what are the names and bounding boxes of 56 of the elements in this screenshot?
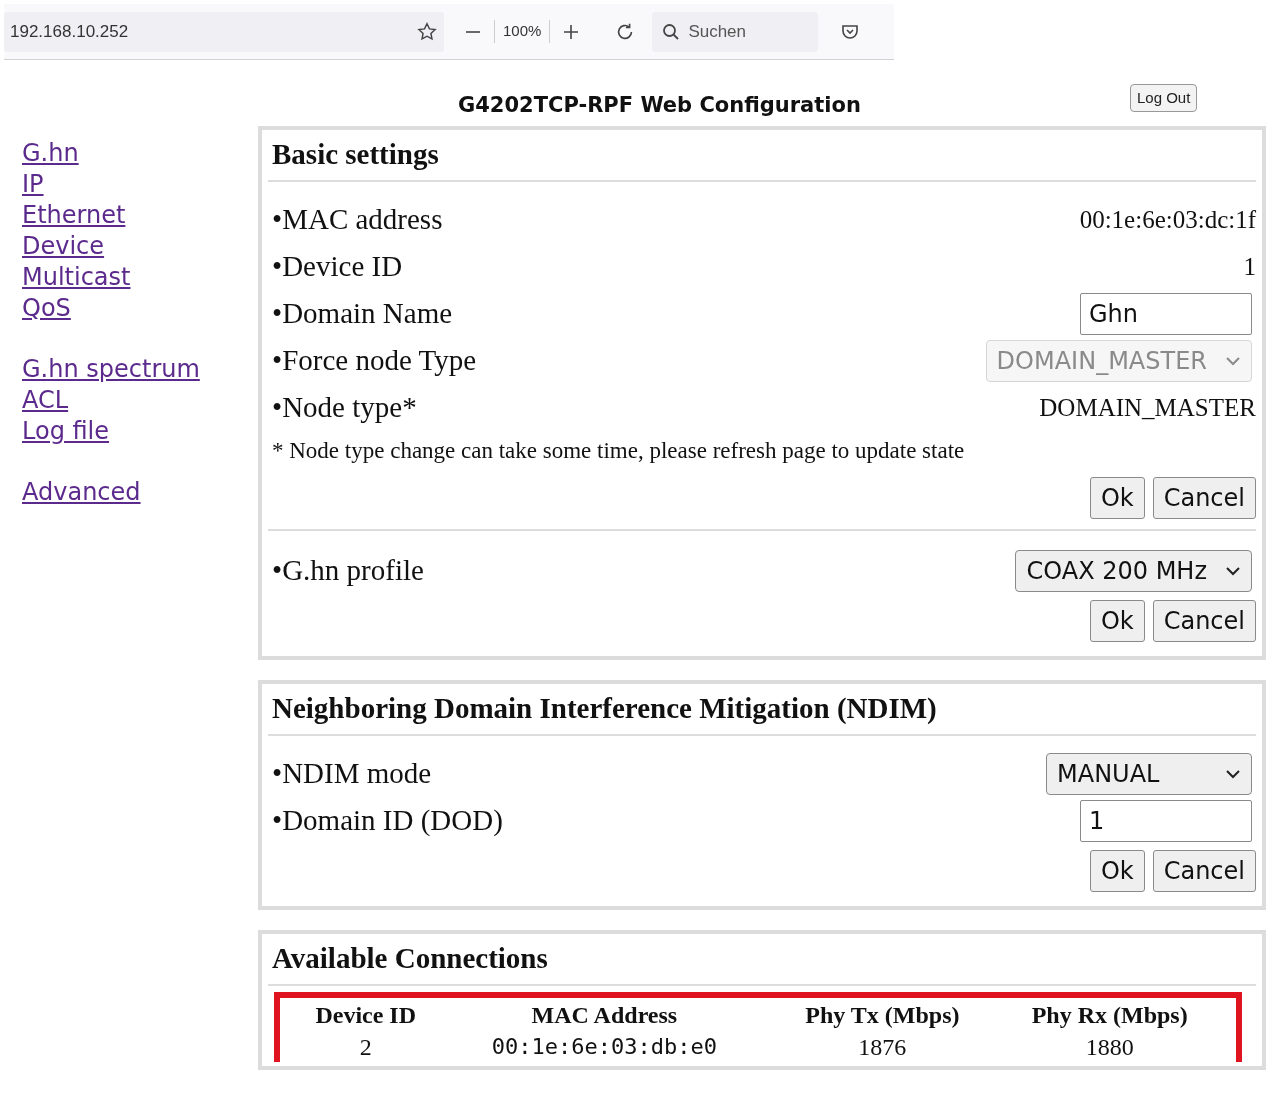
field-label: •Domain Name	[272, 295, 453, 331]
section-heading: Neighboring Domain Interference Mitigation (NDIM)	[271, 691, 938, 727]
search-placeholder: Suchen	[688, 20, 747, 43]
field-label: •Node type*	[272, 389, 417, 425]
field-label: •Device ID	[272, 248, 403, 284]
note-text: * Node type change can take some time, please refresh page to update state	[271, 436, 966, 465]
table-cell-text: 2	[358, 1033, 373, 1062]
form-button[interactable]: Ok	[1089, 477, 1145, 519]
column-header: MAC Address	[530, 1001, 679, 1030]
column-header: Phy Tx (Mbps)	[804, 1001, 961, 1030]
search-field[interactable]: Suchen	[652, 11, 819, 52]
nav-link[interactable]: Device	[22, 231, 105, 262]
field-value: 00:1e:6e:03:dc:1f	[1079, 204, 1256, 235]
form-button[interactable]: Cancel	[1152, 600, 1256, 642]
dropdown[interactable]: COAX 200 MHz	[1015, 549, 1252, 592]
column-header: Phy Rx (Mbps)	[1030, 1001, 1189, 1030]
nav-link[interactable]: G.hn	[22, 138, 79, 169]
form-button[interactable]: Ok	[1089, 850, 1145, 892]
form-button[interactable]: Ok	[1089, 600, 1145, 642]
nav-link[interactable]: Ethernet	[22, 200, 126, 231]
field-label: •Force node Type	[272, 342, 477, 378]
field-label: •Domain ID (DOD)	[272, 802, 503, 838]
chevron-down-icon	[1225, 355, 1241, 366]
page-title: G4202TCP-RPF Web Configuration	[458, 92, 861, 119]
nav-link[interactable]: IP	[22, 169, 44, 200]
nav-link[interactable]: Multicast	[22, 262, 131, 293]
url-text: 192.168.10.252	[10, 20, 129, 43]
form-button[interactable]: Cancel	[1152, 850, 1256, 892]
form-button[interactable]: Cancel	[1152, 477, 1256, 519]
nav-link[interactable]: G.hn spectrum	[22, 354, 200, 385]
column-header: Device ID	[314, 1001, 418, 1030]
field-value: DOMAIN_MASTER	[1039, 392, 1256, 423]
table-cell-text: 1880	[1084, 1033, 1135, 1062]
logout-button[interactable]: Log Out	[1130, 84, 1198, 112]
field-label: •NDIM mode	[272, 755, 432, 791]
field-label: •G.hn profile	[272, 552, 424, 588]
field-label: •MAC address	[272, 201, 443, 237]
text-input[interactable]: 1	[1080, 799, 1252, 842]
nav-link[interactable]: Log file	[22, 416, 110, 447]
nav-link[interactable]: Advanced	[22, 477, 141, 508]
table-cell-text: 00:1e:6e:03:db:e0	[490, 1033, 718, 1061]
nav-link[interactable]: QoS	[22, 293, 71, 324]
text-input[interactable]: Ghn	[1080, 292, 1252, 335]
address-bar[interactable]: 192.168.10.252	[4, 11, 444, 52]
zoom-level[interactable]: 100%	[494, 20, 551, 43]
star-icon[interactable]	[416, 20, 438, 43]
section-heading: Available Connections	[271, 941, 549, 977]
section-heading: Basic settings	[271, 137, 440, 173]
search-icon	[662, 22, 681, 41]
table-cell-text: 1876	[857, 1033, 908, 1062]
chevron-down-icon	[1225, 768, 1241, 779]
chevron-down-icon	[1225, 565, 1241, 576]
field-value: 1	[1243, 251, 1256, 282]
zoom-in-icon[interactable]	[562, 22, 581, 41]
dropdown[interactable]: MANUAL	[1046, 752, 1252, 795]
nav-link[interactable]: ACL	[22, 385, 69, 416]
